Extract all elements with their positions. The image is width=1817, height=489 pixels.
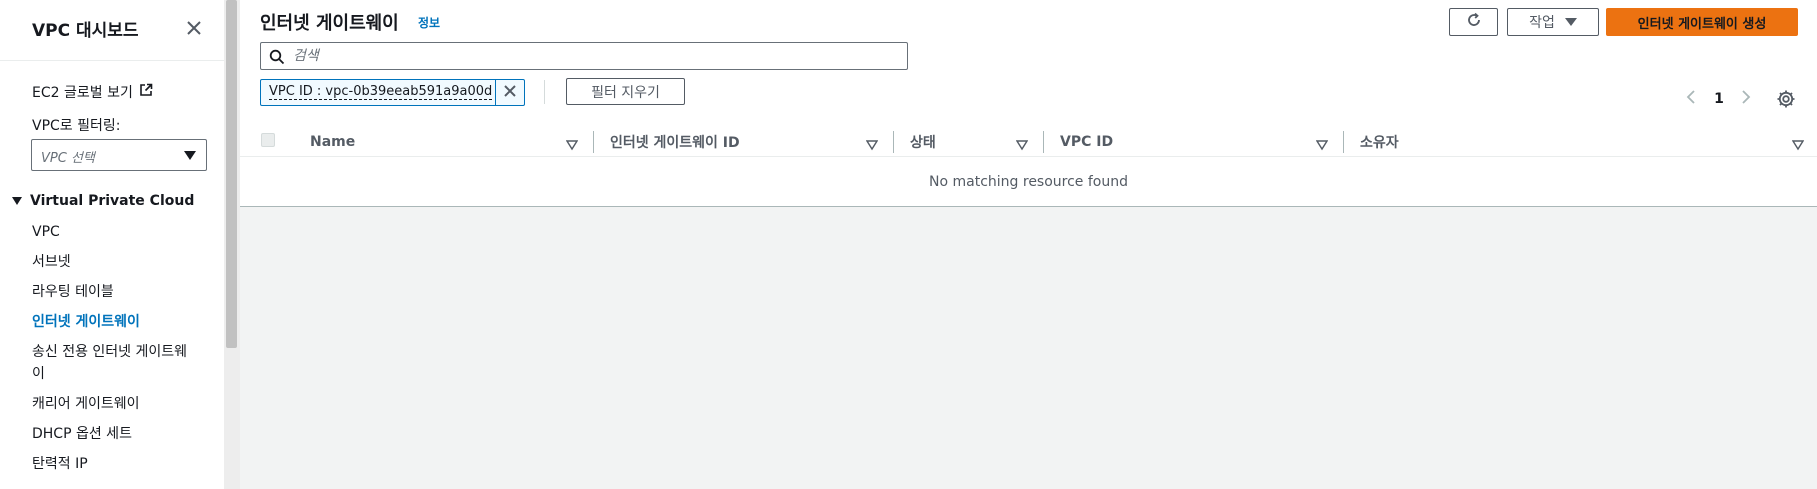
search-input[interactable]: [293, 43, 893, 69]
close-icon[interactable]: [182, 16, 206, 40]
select-all-checkbox[interactable]: [261, 133, 275, 147]
sort-icon[interactable]: [565, 136, 579, 151]
remove-filter-button[interactable]: [496, 80, 524, 105]
vpc-filter-label: VPC로 필터링:: [32, 118, 121, 134]
column-divider[interactable]: [893, 131, 894, 153]
sidebar-item-vpc[interactable]: VPC: [32, 221, 192, 243]
sidebar-item-route-tables[interactable]: 라우팅 테이블: [32, 281, 192, 303]
search-icon: [269, 49, 285, 65]
internet-gateways-panel: 인터넷 게이트웨이 정보 작업 인터넷 게이트웨이 생성 VPC ID : vp…: [240, 0, 1817, 207]
close-icon: [503, 83, 517, 102]
sidebar-item-dhcp-option-sets[interactable]: DHCP 옵션 세트: [32, 423, 192, 445]
column-header-state[interactable]: 상태: [910, 127, 936, 157]
navigation-sidebar: VPC 대시보드 EC2 글로벌 보기 VPC로 필터링: VPC 선택 Vir…: [0, 0, 224, 489]
gear-icon[interactable]: [1776, 89, 1796, 109]
sidebar-title: VPC 대시보드: [32, 21, 139, 41]
section-title: Virtual Private Cloud: [30, 193, 195, 209]
page-number[interactable]: 1: [1709, 88, 1729, 110]
sidebar-header: VPC 대시보드: [0, 0, 224, 61]
external-link-icon: [139, 83, 153, 101]
sidebar-item-subnets[interactable]: 서브넷: [32, 251, 192, 273]
next-page-button[interactable]: [1736, 88, 1756, 110]
column-divider[interactable]: [1343, 131, 1344, 153]
create-internet-gateway-button[interactable]: 인터넷 게이트웨이 생성: [1606, 8, 1798, 36]
ec2-global-view-label: EC2 글로벌 보기: [32, 85, 133, 101]
filter-token-text[interactable]: VPC ID : vpc-0b39eeab591a9a00d: [261, 80, 497, 105]
vpc-select-placeholder: VPC 선택: [41, 151, 95, 166]
column-header-name[interactable]: Name: [310, 127, 355, 157]
column-header-internet-gateway-id[interactable]: 인터넷 게이트웨이 ID: [610, 127, 740, 157]
sidebar-item-internet-gateways[interactable]: 인터넷 게이트웨이: [32, 311, 192, 333]
column-header-owner[interactable]: 소유자: [1360, 127, 1399, 157]
actions-label: 작업: [1529, 15, 1555, 31]
sidebar-item-egress-only-internet-gateways[interactable]: 송신 전용 인터넷 게이트웨이: [32, 341, 192, 385]
sidebar-scrollbar[interactable]: [224, 0, 240, 489]
sort-icon[interactable]: [1315, 136, 1329, 151]
scrollbar-thumb[interactable]: [226, 0, 237, 348]
sort-icon[interactable]: [1791, 136, 1805, 151]
page-title: 인터넷 게이트웨이: [260, 13, 399, 34]
search-box: [260, 42, 908, 70]
column-header-vpc-id[interactable]: VPC ID: [1060, 127, 1113, 157]
sidebar-item-carrier-gateways[interactable]: 캐리어 게이트웨이: [32, 393, 192, 415]
info-link[interactable]: 정보: [418, 14, 440, 31]
caret-down-icon: [1564, 18, 1577, 26]
refresh-button[interactable]: [1449, 8, 1498, 36]
sidebar-item-elastic-ips[interactable]: 탄력적 IP: [32, 453, 192, 475]
column-divider[interactable]: [1043, 131, 1044, 153]
caret-down-icon: [12, 197, 22, 205]
section-virtual-private-cloud[interactable]: Virtual Private Cloud: [12, 193, 194, 209]
actions-dropdown-button[interactable]: 작업: [1507, 8, 1599, 36]
sort-icon[interactable]: [1015, 136, 1029, 151]
sort-icon[interactable]: [865, 136, 879, 151]
filter-token-label: VPC ID : vpc-0b39eeab591a9a00d: [269, 84, 493, 100]
ec2-global-view-link[interactable]: EC2 글로벌 보기: [32, 82, 153, 102]
divider: [544, 80, 545, 104]
column-divider[interactable]: [593, 131, 594, 153]
empty-state-message: No matching resource found: [929, 174, 1128, 190]
main-content: 인터넷 게이트웨이 정보 작업 인터넷 게이트웨이 생성 VPC ID : vp…: [240, 0, 1817, 489]
filter-token: VPC ID : vpc-0b39eeab591a9a00d: [260, 79, 525, 106]
chevron-right-icon: [1740, 89, 1752, 109]
caret-down-icon: [184, 151, 196, 160]
chevron-left-icon: [1685, 89, 1697, 109]
previous-page-button[interactable]: [1681, 88, 1701, 110]
clear-filters-button[interactable]: 필터 지우기: [566, 78, 685, 105]
vpc-select[interactable]: VPC 선택: [31, 139, 207, 171]
table-header: Name 인터넷 게이트웨이 ID 상태 VPC ID 소유자: [240, 127, 1817, 157]
refresh-icon: [1465, 11, 1483, 33]
